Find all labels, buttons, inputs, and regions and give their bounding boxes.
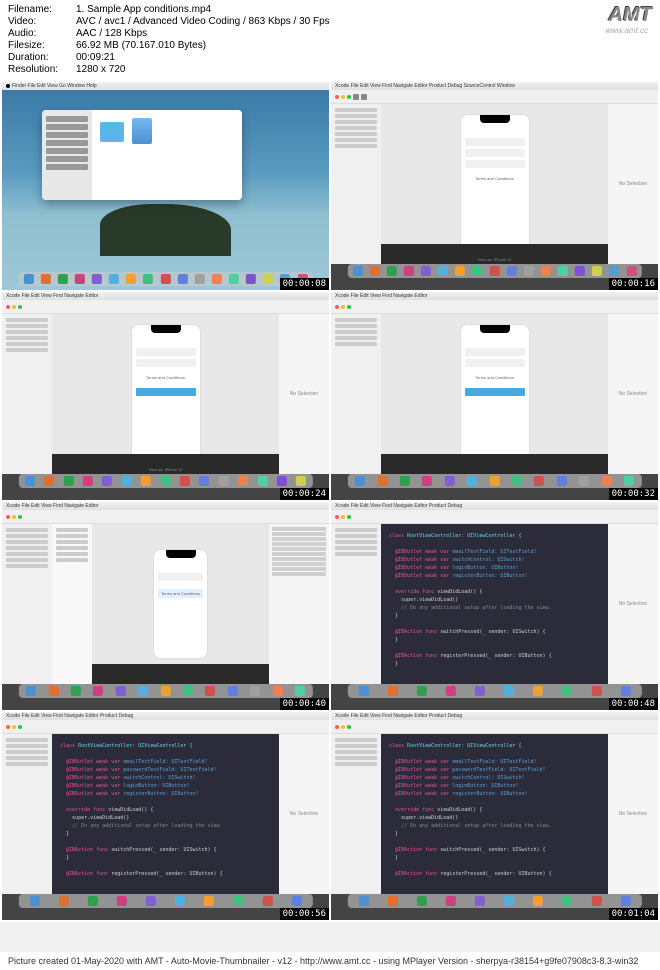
mac-dock: [18, 272, 312, 286]
mac-menubar: Xcode File Edit View Find Navigate Edito…: [331, 82, 658, 90]
timestamp-badge: 00:00:56: [280, 908, 329, 920]
xcode-navigator: [331, 524, 381, 684]
video-value: AVC / avc1 / Advanced Video Coding / 863…: [76, 16, 330, 27]
xcode-navigator: [331, 104, 381, 264]
thumbnail: Xcode File Edit View Find Navigate Edito…: [2, 502, 329, 710]
finder-window: [42, 110, 242, 200]
mac-menubar: Xcode File Edit View Find Navigate Edito…: [2, 292, 329, 300]
amt-url: www.amt.cc: [605, 26, 648, 35]
timestamp-badge: 00:00:08: [280, 278, 329, 290]
mac-dock: [18, 474, 312, 488]
thumbnail-grid: Finder File Edit View Go Window Help 00:…: [0, 80, 660, 922]
mac-menubar: Xcode File Edit View Find Navigate Edito…: [331, 502, 658, 510]
xcode-inspector: No Selection: [608, 734, 658, 894]
interface-builder: Terms and Conditions View as: iPhone 11: [381, 104, 608, 264]
audio-value: AAC / 128 Kbps: [76, 28, 147, 39]
timestamp-badge: 00:00:24: [280, 488, 329, 500]
iphone-preview: Terms and Conditions: [460, 324, 530, 464]
mac-menubar: Xcode File Edit View Find Navigate Edito…: [2, 502, 329, 510]
thumbnail: Xcode File Edit View Find Navigate Edito…: [331, 502, 658, 710]
xcode-inspector: No Selection: [608, 314, 658, 474]
metadata-header: Filename:1. Sample App conditions.mp4 Vi…: [0, 0, 660, 80]
footer-credit: Picture created 01-May-2020 with AMT - A…: [0, 952, 660, 970]
xcode-inspector: No Selection: [608, 104, 658, 264]
xcode-navigator: [331, 734, 381, 894]
mac-menubar: Xcode File Edit View Find Navigate Edito…: [2, 712, 329, 720]
xcode-inspector: No Selection: [279, 734, 329, 894]
amt-logo: AMT: [609, 4, 652, 27]
video-label: Video:: [8, 16, 76, 27]
timestamp-badge: 00:00:40: [280, 698, 329, 710]
iphone-preview: Terms and Conditions: [153, 549, 208, 659]
iphone-preview: Terms and Conditions: [131, 324, 201, 464]
xcode-navigator: [2, 314, 52, 474]
duration-label: Duration:: [8, 52, 76, 63]
interface-builder: Terms and Conditions: [92, 524, 269, 684]
xcode-toolbar: [2, 300, 329, 314]
mac-dock: [347, 474, 641, 488]
timestamp-badge: 00:00:32: [609, 488, 658, 500]
xcode-inspector: [269, 524, 329, 684]
interface-builder: Terms and Conditions: [381, 314, 608, 474]
timestamp-badge: 00:01:04: [609, 908, 658, 920]
thumbnail: Xcode File Edit View Find Navigate Edito…: [2, 712, 329, 920]
timestamp-badge: 00:00:48: [609, 698, 658, 710]
folder-icon: [100, 122, 124, 142]
mac-menubar: Finder File Edit View Go Window Help: [2, 82, 329, 90]
mac-dock: [347, 894, 641, 908]
xcode-navigator: [2, 734, 52, 894]
xcode-toolbar: [2, 720, 329, 734]
xcode-toolbar: [331, 90, 658, 104]
desktop-wallpaper: [2, 90, 329, 290]
xcode-inspector: No Selection: [608, 524, 658, 684]
mac-dock: [347, 684, 641, 698]
thumbnail: Finder File Edit View Go Window Help 00:…: [2, 82, 329, 290]
mac-dock: [18, 894, 312, 908]
mac-dock: [18, 684, 312, 698]
filename-label: Filename:: [8, 4, 76, 15]
xcode-navigator: [2, 524, 52, 684]
mac-menubar: Xcode File Edit View Find Navigate Edito…: [331, 712, 658, 720]
xcode-toolbar: [331, 300, 658, 314]
thumbnail: Xcode File Edit View Find Navigate Edito…: [331, 292, 658, 500]
thumbnail: Xcode File Edit View Find Navigate Edito…: [331, 712, 658, 920]
file-icon: [132, 118, 152, 144]
resolution-label: Resolution:: [8, 64, 76, 75]
document-outline: [52, 524, 92, 684]
code-editor: class RootViewController: UIViewControll…: [381, 734, 608, 894]
thumbnail: Xcode File Edit View Find Navigate Edito…: [331, 82, 658, 290]
duration-value: 00:09:21: [76, 52, 115, 63]
code-editor: class RootViewController: UIViewControll…: [52, 734, 279, 894]
thumbnail: Xcode File Edit View Find Navigate Edito…: [2, 292, 329, 500]
notch: [480, 115, 510, 123]
filesize-value: 66.92 MB (70.167.010 Bytes): [76, 40, 206, 51]
xcode-inspector: No Selection: [279, 314, 329, 474]
interface-builder: Terms and Conditions View as: iPhone 11: [52, 314, 279, 474]
timestamp-badge: 00:00:16: [609, 278, 658, 290]
filesize-label: Filesize:: [8, 40, 76, 51]
xcode-toolbar: [331, 510, 658, 524]
iphone-preview: Terms and Conditions: [460, 114, 530, 254]
resolution-value: 1280 x 720: [76, 64, 126, 75]
xcode-toolbar: [331, 720, 658, 734]
mac-menubar: Xcode File Edit View Find Navigate Edito…: [331, 292, 658, 300]
mac-dock: [347, 264, 641, 278]
code-editor: class RootViewController: UIViewControll…: [381, 524, 608, 684]
xcode-toolbar: [2, 510, 329, 524]
xcode-navigator: [331, 314, 381, 474]
filename-value: 1. Sample App conditions.mp4: [76, 4, 211, 15]
audio-label: Audio:: [8, 28, 76, 39]
